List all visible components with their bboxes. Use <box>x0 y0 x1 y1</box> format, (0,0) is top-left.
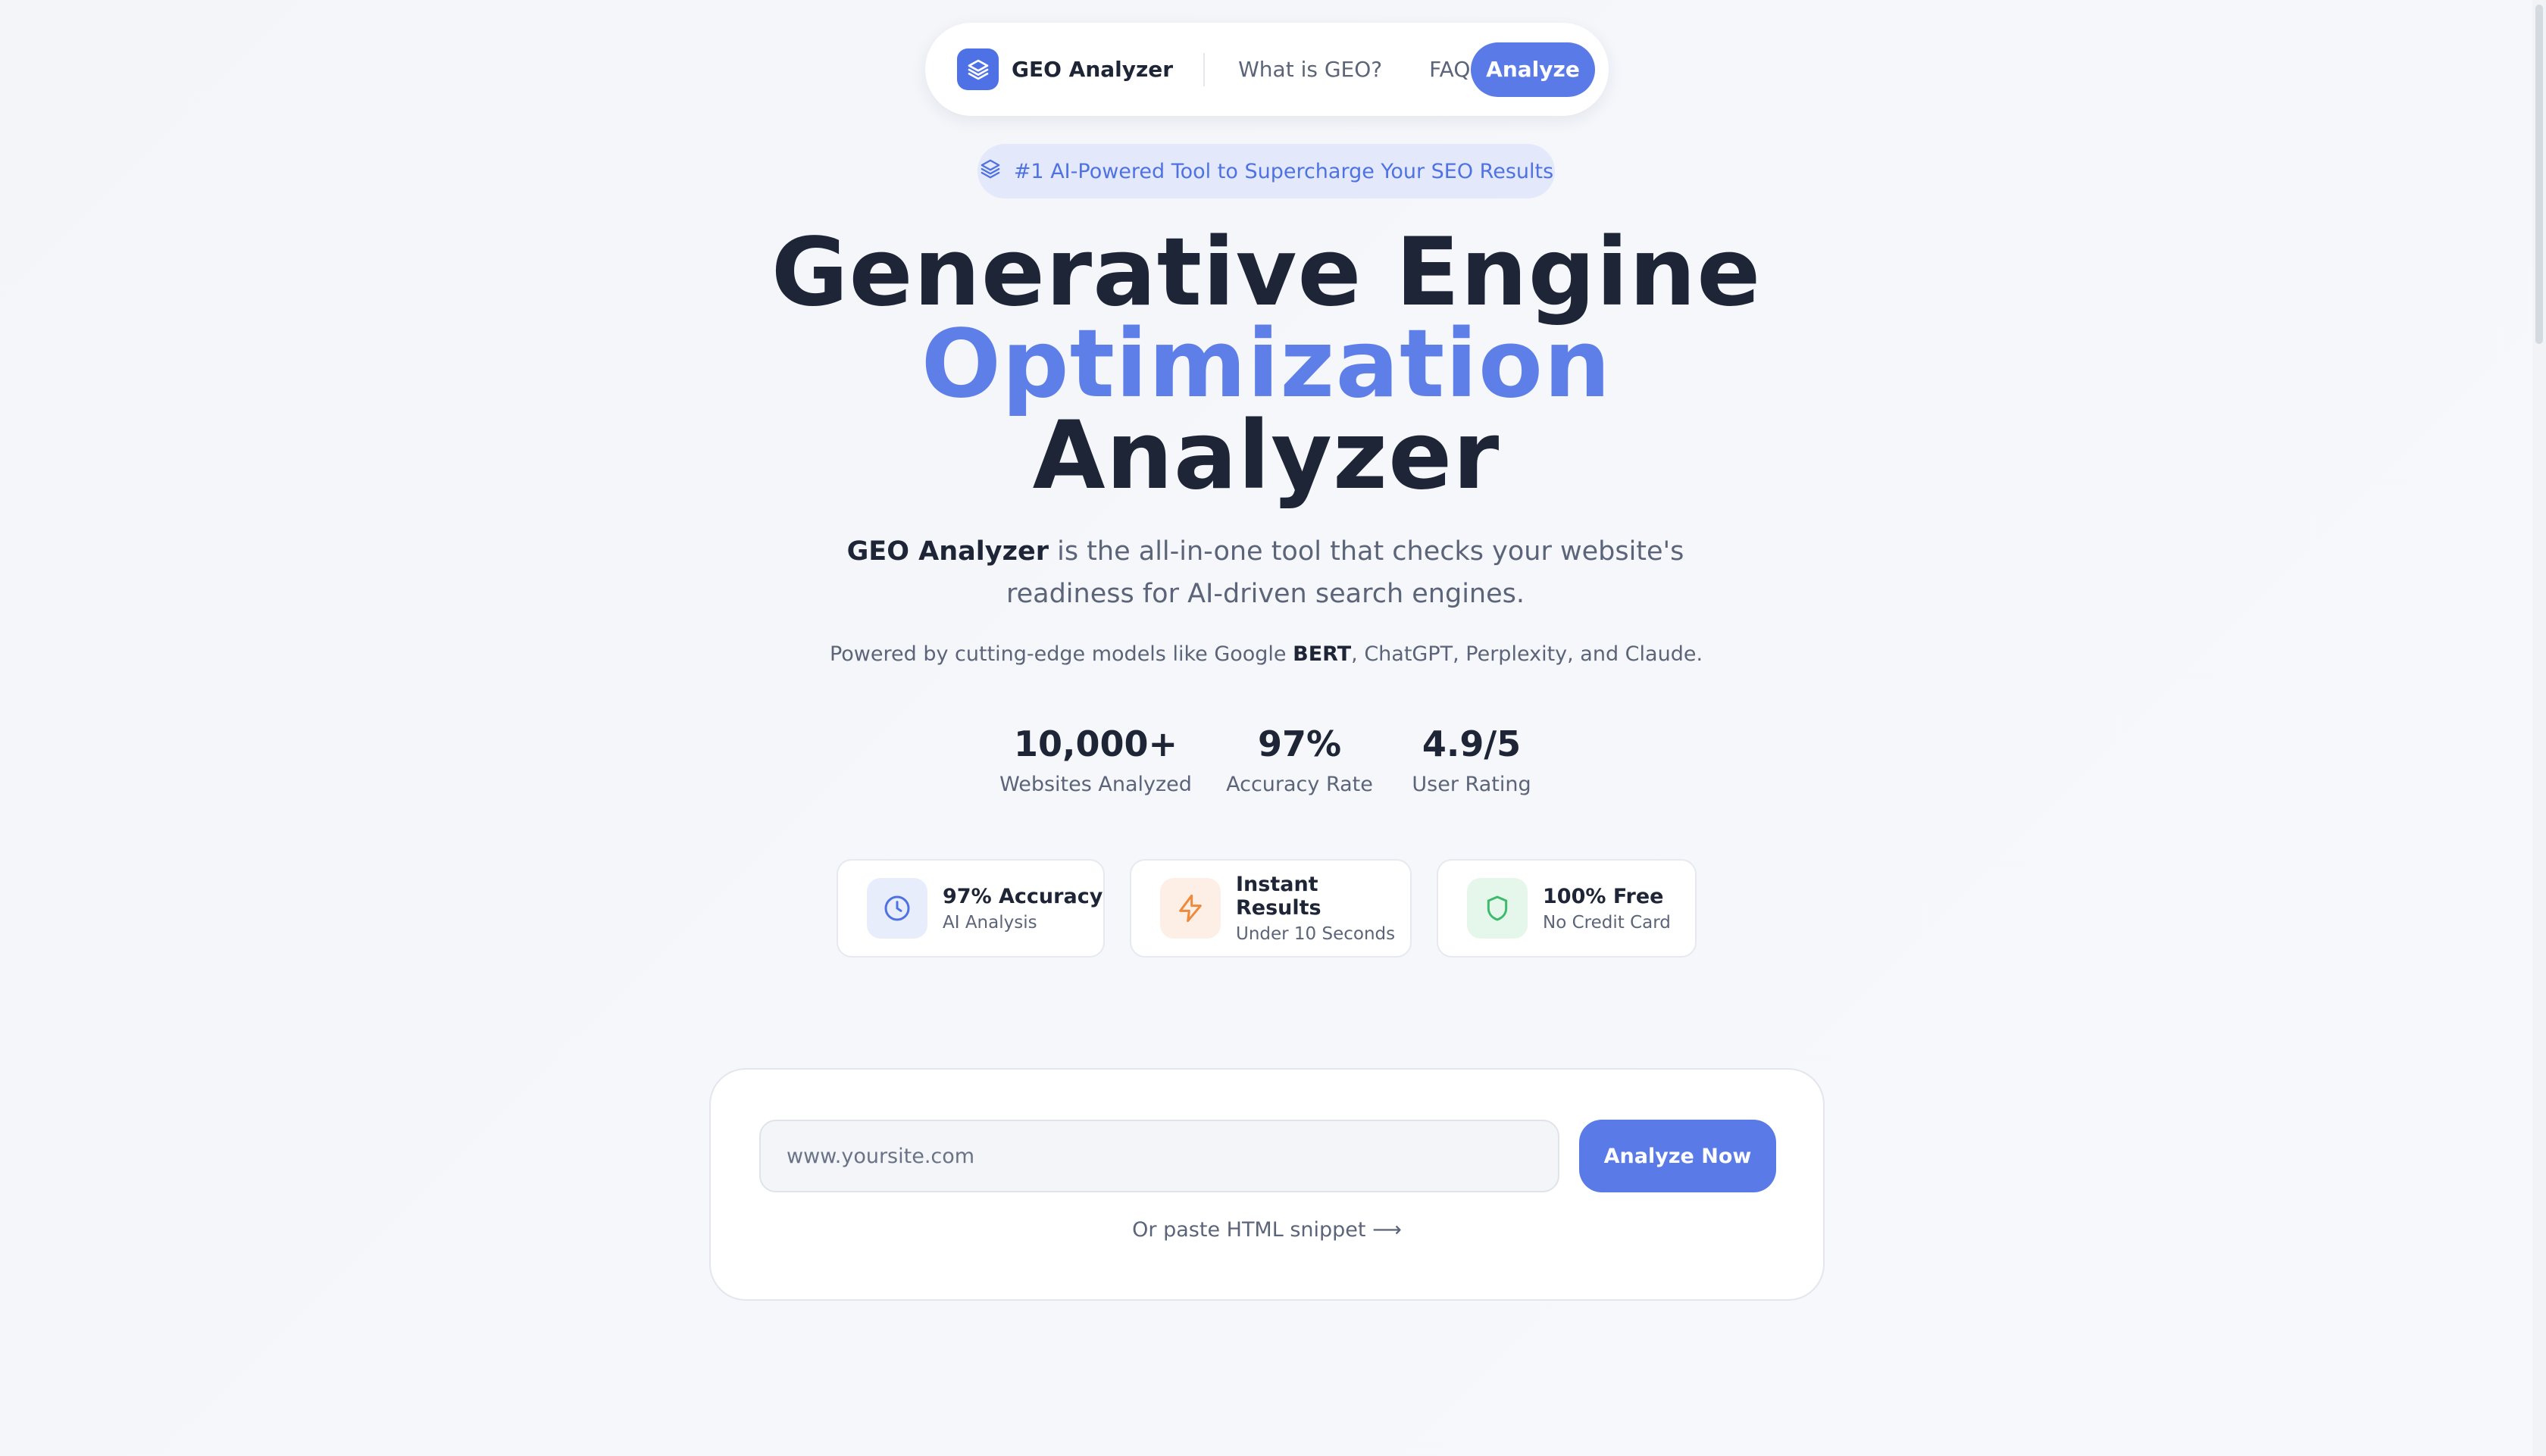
stat-user-rating: 4.9/5 User Rating <box>1412 720 1531 796</box>
badge-text: #1 AI-Powered Tool to Supercharge Your S… <box>1013 159 1554 183</box>
powered-by-prefix: Powered by cutting-edge models like Goog… <box>829 642 1293 666</box>
layers-icon <box>979 158 1002 186</box>
nav-divider <box>1203 52 1206 86</box>
feature-card-free: 100% Free No Credit Card <box>1437 859 1697 958</box>
top-nav: GEO Analyzer What is GEO? FAQ Analyze <box>925 23 1609 116</box>
hero-description-brand: GEO Analyzer <box>846 536 1049 567</box>
powered-by-bert: BERT <box>1293 642 1352 666</box>
shield-icon <box>1467 878 1528 939</box>
feature-title: Instant Results <box>1236 873 1321 920</box>
nav-link-what-is-geo[interactable]: What is GEO? <box>1238 57 1382 82</box>
stat-accuracy-rate: 97% Accuracy Rate <box>1226 720 1373 796</box>
stat-label: Websites Analyzed <box>999 773 1192 796</box>
feature-subtitle: Under 10 Seconds <box>1236 924 1396 944</box>
stat-value: 4.9/5 <box>1422 723 1522 764</box>
analyzer-card: Analyze Now Or paste HTML snippet ⟶ <box>709 1068 1825 1301</box>
feature-title: 100% Free <box>1543 884 1664 908</box>
url-input[interactable] <box>759 1120 1559 1192</box>
analyze-now-button[interactable]: Analyze Now <box>1579 1120 1776 1192</box>
feature-card-accuracy: 97% Accuracy AI Analysis <box>837 859 1105 958</box>
feature-title: 97% Accuracy <box>943 884 1103 908</box>
feature-card-instant-results: Instant Results Under 10 Seconds <box>1130 859 1412 958</box>
feature-subtitle: No Credit Card <box>1543 912 1671 933</box>
nav-link-faq[interactable]: FAQ <box>1429 57 1470 82</box>
hero-badge: #1 AI-Powered Tool to Supercharge Your S… <box>977 144 1555 198</box>
stat-label: Accuracy Rate <box>1226 773 1373 796</box>
stat-value: 10,000+ <box>1013 723 1178 764</box>
feature-subtitle: AI Analysis <box>943 912 1037 933</box>
brand-name[interactable]: GEO Analyzer <box>1012 57 1173 82</box>
hero-title-line-3: Analyzer <box>1032 401 1500 511</box>
stat-websites-analyzed: 10,000+ Websites Analyzed <box>999 720 1192 796</box>
powered-by-suffix: , ChatGPT, Perplexity, and Claude. <box>1351 642 1703 666</box>
scrollbar[interactable] <box>2532 0 2546 1456</box>
lightning-icon <box>1160 878 1221 939</box>
clock-icon <box>867 878 927 939</box>
scrollbar-thumb[interactable] <box>2535 5 2543 344</box>
stat-label: User Rating <box>1412 773 1531 796</box>
paste-html-snippet-link[interactable]: Or paste HTML snippet ⟶ <box>711 1218 1823 1242</box>
hero-title: Generative Engine Optimization Analyzer <box>0 226 2532 503</box>
hero-description: GEO Analyzer is the all-in-one tool that… <box>780 530 1750 615</box>
powered-by-text: Powered by cutting-edge models like Goog… <box>0 642 2532 666</box>
logo-layers-icon[interactable] <box>957 48 999 90</box>
stat-value: 97% <box>1257 723 1342 764</box>
nav-analyze-button[interactable]: Analyze <box>1471 42 1595 97</box>
hero-description-text: is the all-in-one tool that checks your … <box>1006 536 1684 609</box>
